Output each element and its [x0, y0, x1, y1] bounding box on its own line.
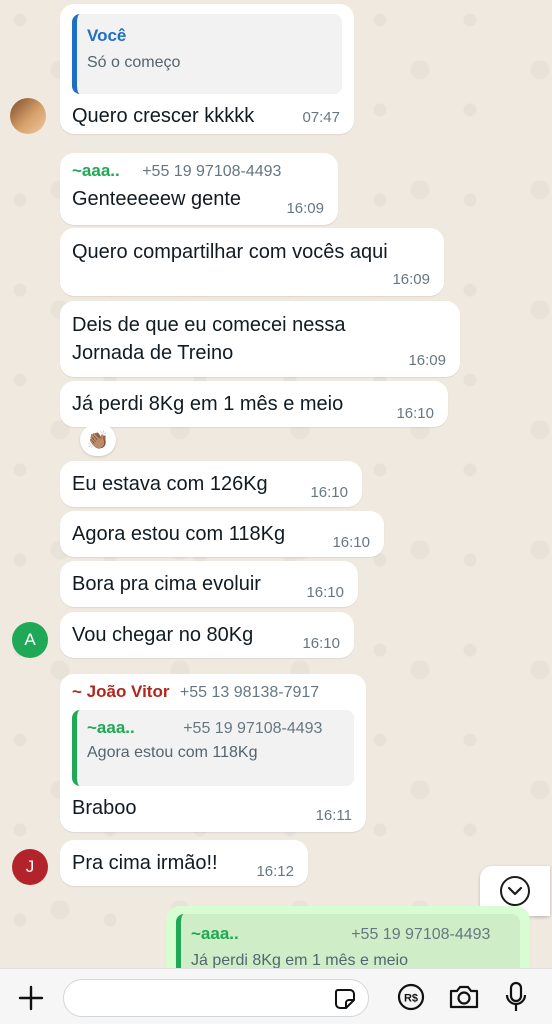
quoted-sender: Você [87, 26, 127, 45]
sender-name[interactable]: ~aaa.. [72, 161, 120, 180]
quoted-message[interactable]: ~aaa.. +55 19 97108-4493 Agora estou com… [72, 710, 354, 786]
quoted-text: Só o começo [87, 54, 181, 71]
camera-icon [449, 985, 479, 1009]
quoted-phone: +55 19 97108-4493 [351, 926, 491, 943]
quoted-phone: +55 19 97108-4493 [183, 720, 323, 737]
sender-phone: +55 13 98138-7917 [179, 684, 320, 701]
currency-icon: R$ [397, 983, 425, 1011]
avatar[interactable]: A [12, 622, 48, 658]
message-text: Agora estou com 118Kg [72, 523, 286, 545]
message-time: 16:10 [310, 484, 348, 501]
message-text: Jornada de Treino [72, 342, 234, 364]
message-bubble[interactable]: Bora pra cima evoluir 16:10 [60, 561, 358, 607]
sticker-button[interactable] [332, 986, 358, 1012]
message-bubble[interactable]: Quero compartilhar com vocês aqui 16:09 [60, 228, 444, 296]
reaction-badge[interactable]: 👏🏽 [80, 424, 116, 456]
message-input[interactable] [63, 979, 369, 1017]
message-time: 16:10 [332, 534, 370, 551]
message-bubble[interactable]: Deis de que eu comecei nessa Jornada de … [60, 301, 460, 377]
chevron-down-icon [500, 876, 530, 906]
message-text: Eu estava com 126Kg [72, 473, 268, 495]
message-time: 16:09 [408, 352, 446, 369]
message-time: 16:09 [286, 200, 324, 217]
message-text: Braboo [72, 797, 137, 819]
sticker-icon [335, 989, 355, 1009]
message-bubble[interactable]: Pra cima irmão!! 16:12 [60, 840, 308, 886]
microphone-icon [505, 981, 527, 1011]
quoted-sender: ~aaa.. [87, 718, 135, 737]
payment-button[interactable]: R$ [396, 982, 426, 1012]
message-bubble[interactable]: ~aaa.. +55 19 97108-4493 Genteeeeew gent… [60, 153, 338, 225]
message-text: Deis de que eu comecei nessa [72, 314, 346, 336]
attach-button[interactable] [14, 981, 48, 1015]
message-text: Bora pra cima evoluir [72, 573, 261, 595]
message-bubble[interactable]: Eu estava com 126Kg 16:10 [60, 461, 362, 507]
message-bubble[interactable]: Vou chegar no 80Kg 16:10 [60, 612, 354, 658]
message-time: 16:09 [392, 271, 430, 288]
quoted-message[interactable]: ~aaa.. +55 19 97108-4493 Já perdi 8Kg em… [176, 914, 520, 968]
svg-text:R$: R$ [404, 993, 418, 1005]
message-bubble[interactable]: ~ João Vitor +55 13 98138-7917 ~aaa.. +5… [60, 674, 366, 832]
voice-button[interactable] [502, 981, 530, 1013]
quoted-sender: ~aaa.. [191, 924, 239, 943]
avatar[interactable] [10, 98, 46, 134]
message-time: 07:47 [302, 109, 340, 126]
composer-bar: R$ [0, 968, 552, 1024]
message-text: Quero compartilhar com vocês aqui [72, 241, 388, 263]
message-time: 16:10 [306, 584, 344, 601]
quoted-text: Agora estou com 118Kg [87, 744, 258, 761]
sender-name[interactable]: ~ João Vitor [72, 682, 169, 701]
plus-icon [18, 985, 44, 1011]
chat-area[interactable]: Você Só o começo Quero crescer kkkkk 07:… [0, 0, 552, 968]
quoted-message[interactable]: Você Só o começo [72, 14, 342, 94]
message-time: 16:12 [256, 863, 294, 880]
message-text: Já perdi 8Kg em 1 mês e meio [72, 393, 344, 415]
message-bubble[interactable]: Você Só o começo Quero crescer kkkkk 07:… [60, 4, 354, 134]
message-time: 16:11 [315, 807, 352, 824]
message-bubble[interactable]: Agora estou com 118Kg 16:10 [60, 511, 384, 557]
message-bubble[interactable]: Já perdi 8Kg em 1 mês e meio 16:10 [60, 381, 448, 427]
camera-button[interactable] [447, 982, 481, 1012]
avatar[interactable]: J [12, 849, 48, 885]
sender-phone: +55 19 97108-4493 [142, 163, 282, 180]
message-time: 16:10 [396, 405, 434, 422]
message-bubble-outgoing[interactable]: ~aaa.. +55 19 97108-4493 Já perdi 8Kg em… [166, 906, 530, 968]
message-time: 16:10 [302, 635, 340, 652]
quoted-text: Já perdi 8Kg em 1 mês e meio [191, 952, 408, 968]
